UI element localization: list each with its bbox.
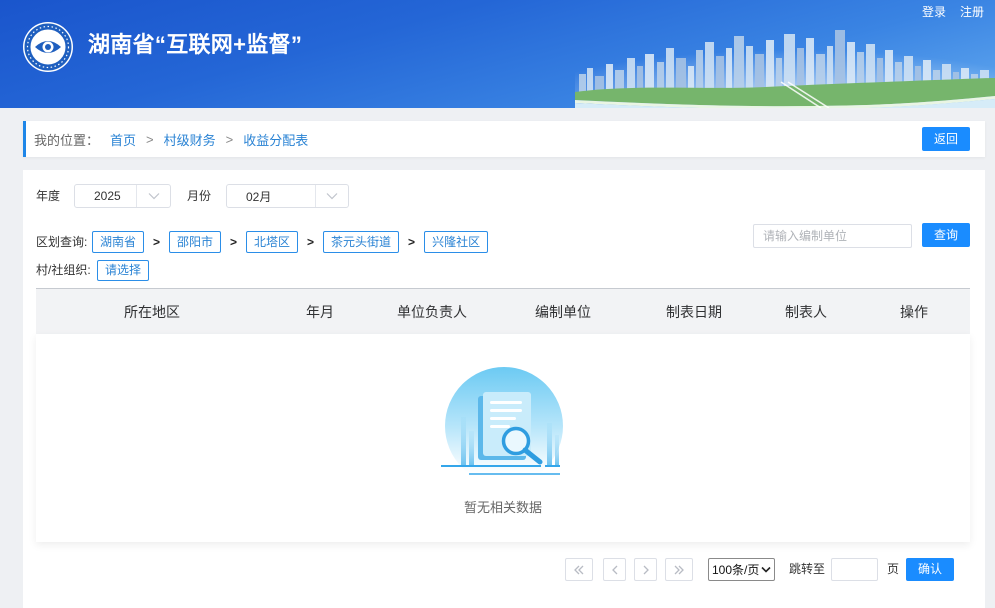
skyline-building bbox=[587, 68, 593, 94]
region-tag-city[interactable]: 邵阳市 bbox=[169, 231, 222, 253]
page-size-select[interactable]: 100条/页 bbox=[708, 558, 775, 581]
column-header-table-date: 制表日期 bbox=[666, 303, 722, 320]
breadcrumb-current-page[interactable]: 收益分配表 bbox=[243, 130, 308, 149]
breadcrumb-separator: > bbox=[225, 131, 234, 147]
chevron-down-icon bbox=[148, 193, 159, 200]
decor-bar bbox=[547, 423, 552, 465]
chevron-down-path bbox=[761, 566, 771, 573]
month-select-value: 02月 bbox=[246, 189, 272, 204]
skyline-building bbox=[726, 48, 732, 94]
double-chevron-left-path bbox=[574, 565, 584, 574]
breadcrumb-prefix: 我的位置： bbox=[34, 132, 100, 148]
query-button[interactable]: 查询 bbox=[922, 223, 970, 247]
region-path: 湖南省 > 邵阳市 > 北塔区 > 茶元头街道 > 兴隆社区 bbox=[92, 231, 489, 253]
chevron-left-path bbox=[611, 565, 617, 574]
skyline-building bbox=[696, 50, 703, 94]
site-header: 湖南省“互联网+监督” 登录 注册 bbox=[0, 0, 995, 108]
last-page-button[interactable] bbox=[665, 558, 693, 581]
column-header-preparer: 制表人 bbox=[785, 303, 827, 320]
income-distribution-table: 所在地区 年月 单位负责人 编制单位 制表日期 制表人 操作 暂无相关数据 bbox=[36, 288, 970, 542]
table-header: 所在地区 年月 单位负责人 编制单位 制表日期 制表人 操作 bbox=[36, 288, 970, 334]
register-link[interactable]: 注册 bbox=[960, 4, 984, 20]
region-tag-subdistrict[interactable]: 茶元头街道 bbox=[323, 231, 400, 253]
decor-bar bbox=[469, 431, 474, 465]
jump-page-input[interactable] bbox=[831, 558, 878, 581]
chevron-right-path bbox=[643, 565, 649, 574]
column-header-compiling-unit: 编制单位 bbox=[535, 303, 591, 320]
first-page-button[interactable] bbox=[565, 558, 593, 581]
document-line bbox=[490, 425, 510, 428]
document-line bbox=[490, 401, 522, 404]
region-separator: > bbox=[408, 235, 416, 249]
page-unit-label: 页 bbox=[887, 562, 900, 576]
next-page-button[interactable] bbox=[634, 558, 657, 581]
breadcrumb-home-link[interactable]: 首页 bbox=[110, 130, 136, 149]
breadcrumb-bar: 我的位置： 首页 > 村级财务 > 收益分配表 返回 bbox=[23, 121, 985, 157]
document-line bbox=[490, 417, 516, 420]
empty-state-message: 暂无相关数据 bbox=[463, 500, 542, 515]
region-tag-district[interactable]: 北塔区 bbox=[246, 231, 299, 253]
confirm-jump-button[interactable]: 确认 bbox=[906, 558, 954, 581]
column-header-actions: 操作 bbox=[900, 303, 928, 320]
document-line bbox=[490, 409, 522, 412]
skyline-building bbox=[766, 40, 774, 94]
jump-to-label: 跳转至 bbox=[789, 562, 826, 576]
region-separator: > bbox=[230, 235, 238, 249]
year-select[interactable]: 2025 bbox=[74, 184, 171, 208]
table-body-empty: 暂无相关数据 bbox=[36, 334, 970, 542]
decor-bar bbox=[555, 435, 559, 465]
breadcrumb-village-finance-link[interactable]: 村级财务 bbox=[164, 130, 216, 149]
decor-bar bbox=[461, 417, 466, 465]
site-title: 湖南省“互联网+监督” bbox=[88, 32, 303, 57]
breadcrumb-separator: > bbox=[146, 131, 154, 147]
back-button[interactable]: 返回 bbox=[922, 127, 970, 151]
skyline-building bbox=[734, 36, 744, 94]
chevron-down-path bbox=[148, 193, 159, 200]
chevron-down-path bbox=[326, 193, 338, 200]
double-chevron-right-icon bbox=[674, 565, 684, 574]
month-select[interactable]: 02月 bbox=[226, 184, 349, 208]
region-separator: > bbox=[307, 235, 315, 249]
organization-label: 村/社组织: bbox=[36, 263, 91, 277]
year-select-value: 2025 bbox=[94, 189, 121, 203]
organization-select-button[interactable]: 请选择 bbox=[97, 260, 150, 281]
main-panel: 年度 2025 月份 02月 区划查询: 湖南省 > 邵阳市 > 北塔区 > 茶… bbox=[23, 170, 985, 608]
page-size-value: 100条/页 bbox=[712, 563, 760, 577]
chevron-down-icon bbox=[761, 566, 771, 573]
login-link[interactable]: 登录 bbox=[922, 4, 946, 20]
column-header-year-month: 年月 bbox=[306, 303, 334, 320]
double-chevron-right-path bbox=[674, 565, 684, 574]
breadcrumb: 我的位置： 首页 > 村级财务 > 收益分配表 bbox=[34, 121, 308, 157]
column-header-region: 所在地区 bbox=[124, 303, 180, 320]
prev-page-button[interactable] bbox=[603, 558, 626, 581]
double-chevron-left-icon bbox=[574, 565, 584, 574]
column-header-unit-head: 单位负责人 bbox=[397, 303, 467, 320]
skyline-building bbox=[746, 46, 753, 94]
region-tag-province[interactable]: 湖南省 bbox=[92, 231, 145, 253]
skyline-building bbox=[705, 42, 714, 94]
region-separator: > bbox=[153, 235, 161, 249]
supervision-eye-logo-icon bbox=[23, 22, 73, 72]
month-label: 月份 bbox=[187, 189, 212, 203]
select-arrow bbox=[316, 192, 348, 200]
region-label: 区划查询: bbox=[36, 235, 88, 249]
unit-search-input[interactable] bbox=[753, 224, 912, 248]
select-arrow bbox=[137, 192, 170, 200]
chevron-down-icon bbox=[326, 193, 338, 200]
year-label: 年度 bbox=[36, 189, 61, 203]
chevron-right-icon bbox=[643, 565, 649, 574]
skyline-building bbox=[666, 48, 674, 94]
chevron-left-icon bbox=[611, 565, 617, 574]
region-tag-community[interactable]: 兴隆社区 bbox=[424, 231, 489, 253]
document-search-illustration bbox=[441, 367, 563, 477]
city-skyline-illustration bbox=[575, 30, 995, 108]
logo-eye-pupil bbox=[45, 44, 51, 50]
